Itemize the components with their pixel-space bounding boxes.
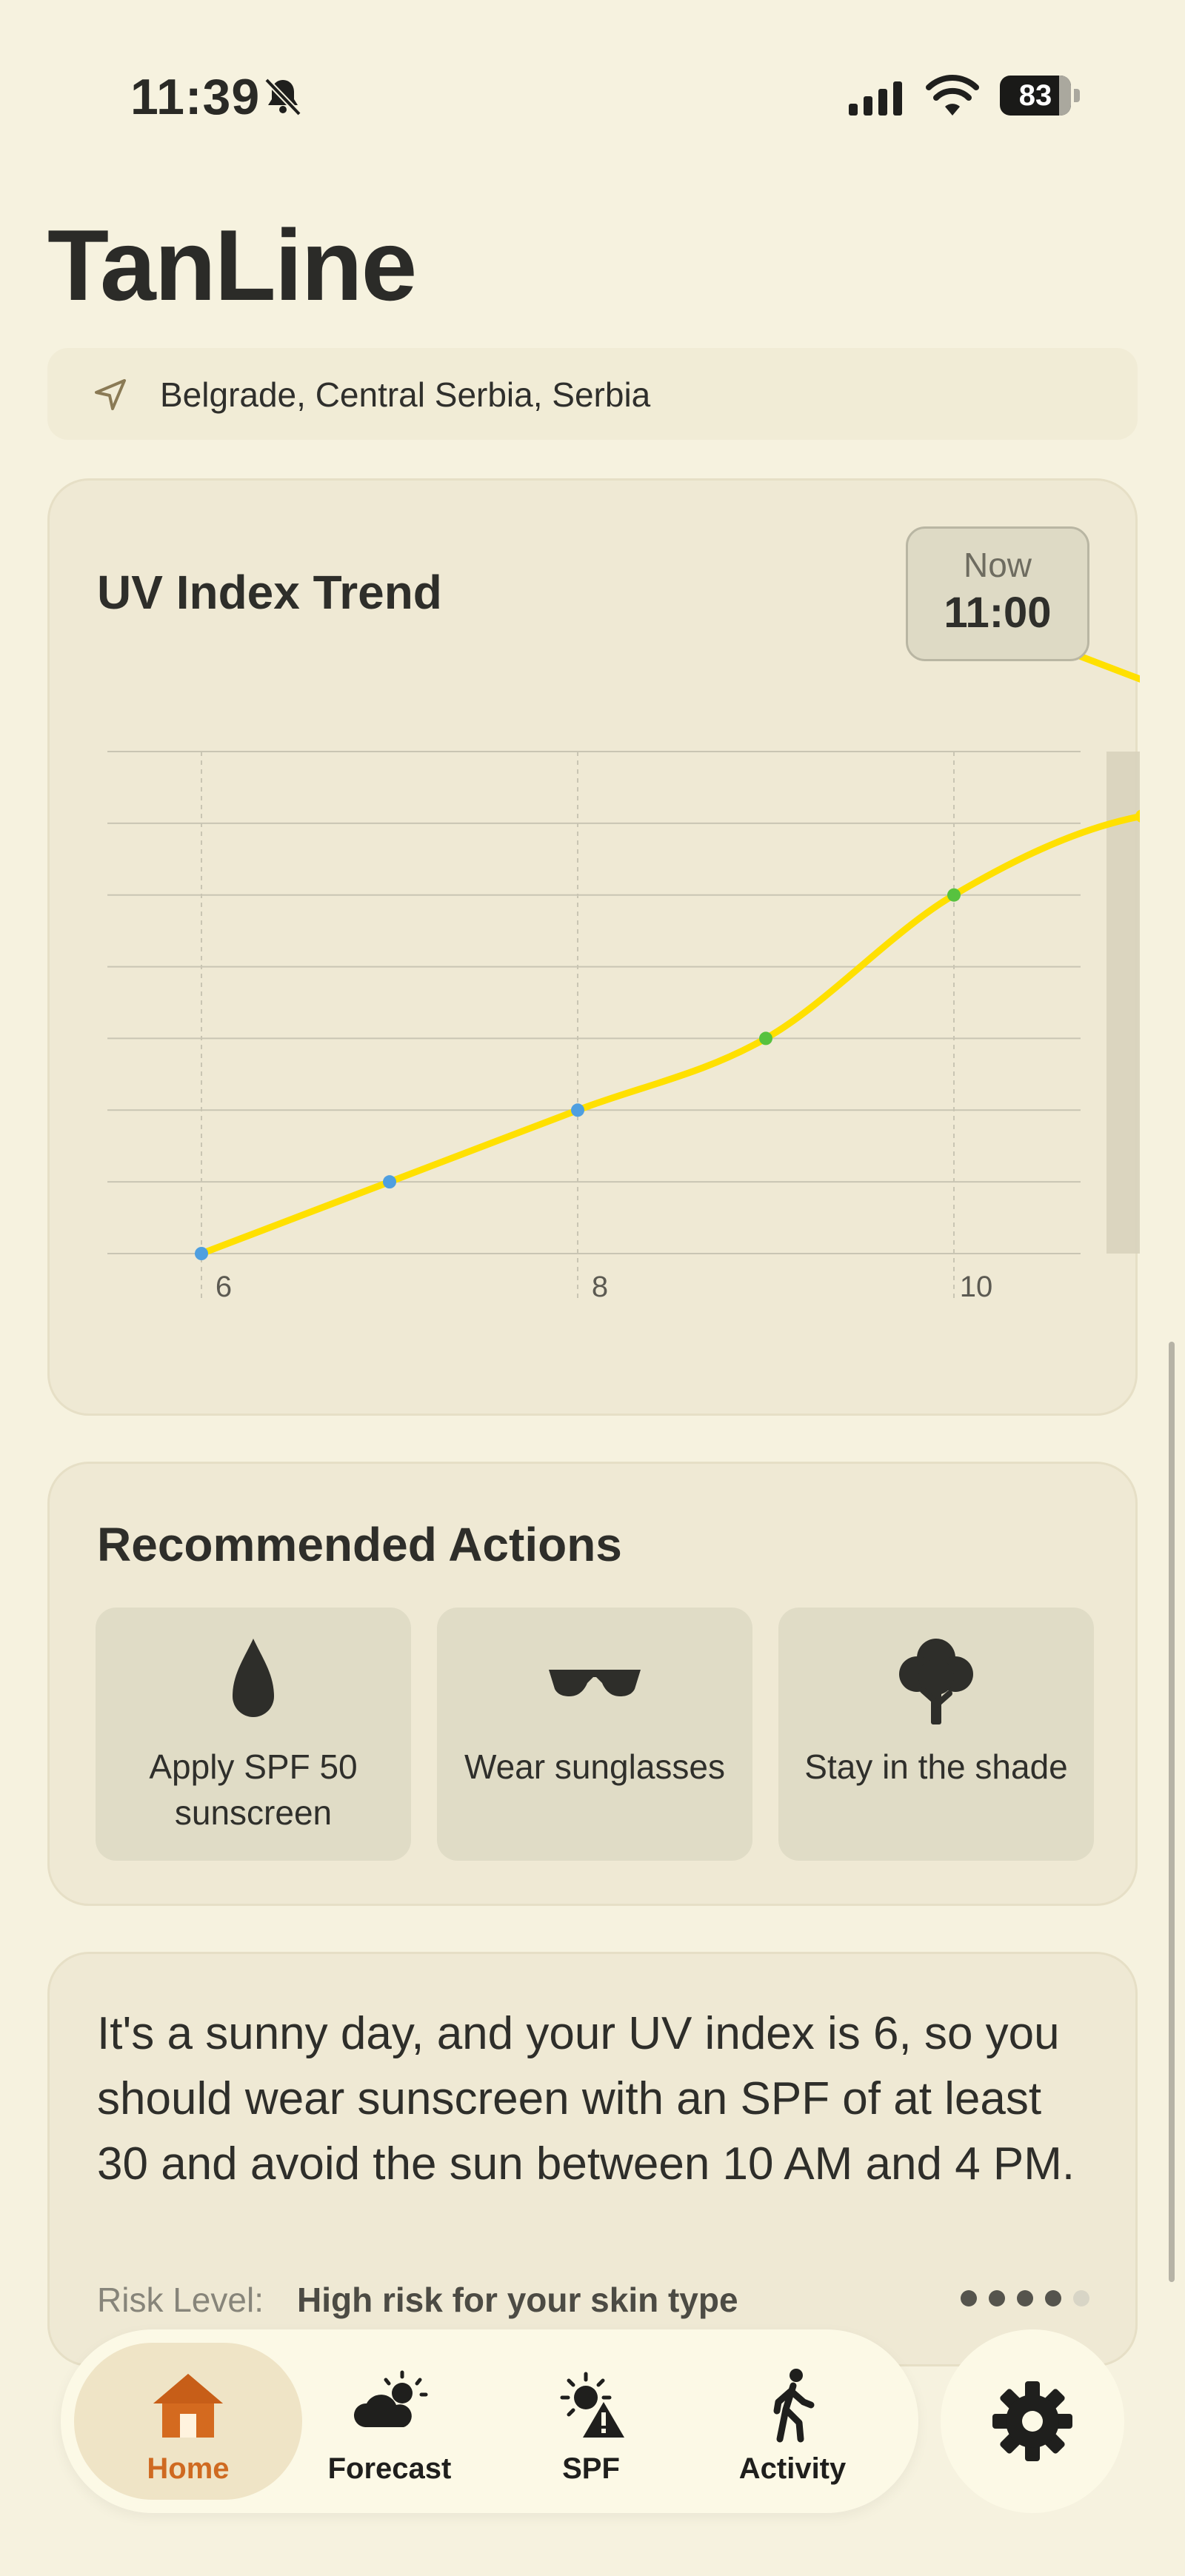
page-dot[interactable] xyxy=(989,2290,1005,2306)
sunglasses-icon xyxy=(549,1670,641,1696)
location-bar[interactable]: Belgrade, Central Serbia, Serbia xyxy=(47,348,1138,440)
x-tick-label: 10 xyxy=(960,1271,993,1303)
recommended-actions-title: Recommended Actions xyxy=(97,1518,622,1571)
location-text: Belgrade, Central Serbia, Serbia xyxy=(160,375,651,414)
tab-spf[interactable]: SPF xyxy=(477,2343,705,2500)
risk-level-value: High risk for your skin type xyxy=(297,2281,738,2319)
uv-series-line xyxy=(198,652,1140,1257)
action-apply-sunscreen[interactable]: Apply SPF 50 sunscreen xyxy=(96,1608,411,1861)
tab-home[interactable]: Home xyxy=(74,2343,302,2500)
uv-trend-title: UV Index Trend xyxy=(97,566,442,619)
sun-warning-icon xyxy=(560,2372,624,2438)
house-icon xyxy=(153,2374,223,2438)
bell-slash-icon xyxy=(264,78,301,116)
uv-data-point xyxy=(947,888,961,902)
x-tick-label: 6 xyxy=(216,1271,232,1303)
uv-data-point xyxy=(571,1103,584,1117)
page-dot[interactable] xyxy=(1017,2290,1033,2306)
action-label: Apply SPF 50 sunscreen xyxy=(149,1747,358,1832)
cloud-sun-icon xyxy=(353,2370,428,2427)
action-label: Stay in the shade xyxy=(804,1747,1068,1786)
battery-indicator: 83 xyxy=(1000,76,1081,116)
tab-label: Forecast xyxy=(327,2452,452,2485)
droplet-icon xyxy=(233,1639,274,1717)
tab-forecast[interactable]: Forecast xyxy=(276,2343,504,2500)
walking-icon xyxy=(773,2369,815,2443)
status-time: 11:39 xyxy=(130,69,261,125)
action-label: Wear sunglasses xyxy=(464,1747,725,1786)
risk-level-label: Risk Level: xyxy=(97,2281,264,2319)
location-arrow-icon xyxy=(95,379,126,410)
now-indicator[interactable]: Now 11:00 xyxy=(906,526,1089,661)
page-dot[interactable] xyxy=(961,2290,977,2306)
uv-data-point xyxy=(759,1031,772,1046)
tab-bar: Home Forecast SPF Activity xyxy=(61,2329,918,2513)
uv-trend-card: 68101214 UV Index Trend Now 11:00 xyxy=(47,478,1140,1416)
tree-icon xyxy=(899,1639,973,1724)
wifi-icon xyxy=(926,75,979,116)
status-bar: 11:39 83 xyxy=(0,0,1185,193)
tab-activity[interactable]: Activity xyxy=(678,2343,907,2500)
settings-button[interactable] xyxy=(941,2329,1124,2513)
page-dot[interactable] xyxy=(1073,2290,1089,2306)
scrollbar[interactable] xyxy=(1169,1342,1175,2282)
uv-data-point xyxy=(383,1175,396,1189)
signal-icon xyxy=(849,81,902,116)
summary-text: It's a sunny day, and your UV index is 6… xyxy=(97,2008,1075,2189)
now-time: 11:00 xyxy=(944,589,1052,637)
gear-icon xyxy=(992,2381,1072,2461)
uv-data-point xyxy=(195,1247,208,1260)
battery-level: 83 xyxy=(1018,79,1052,112)
page-dot[interactable] xyxy=(1045,2290,1061,2306)
x-tick-label: 8 xyxy=(592,1271,608,1303)
recommended-actions-card: Recommended Actions Apply SPF 50 sunscre… xyxy=(47,1462,1138,1906)
now-label: Now xyxy=(963,546,1032,584)
action-wear-sunglasses[interactable]: Wear sunglasses xyxy=(437,1608,752,1861)
tab-label: Activity xyxy=(738,2452,847,2485)
app-title: TanLine xyxy=(47,209,417,321)
tab-label: SPF xyxy=(562,2452,620,2485)
uv-summary-card[interactable]: It's a sunny day, and your UV index is 6… xyxy=(47,1952,1138,2366)
tab-label: Home xyxy=(147,2452,230,2485)
action-stay-in-shade[interactable]: Stay in the shade xyxy=(778,1608,1094,1861)
page-indicator[interactable] xyxy=(949,2290,1089,2312)
current-time-band xyxy=(1106,752,1140,1254)
